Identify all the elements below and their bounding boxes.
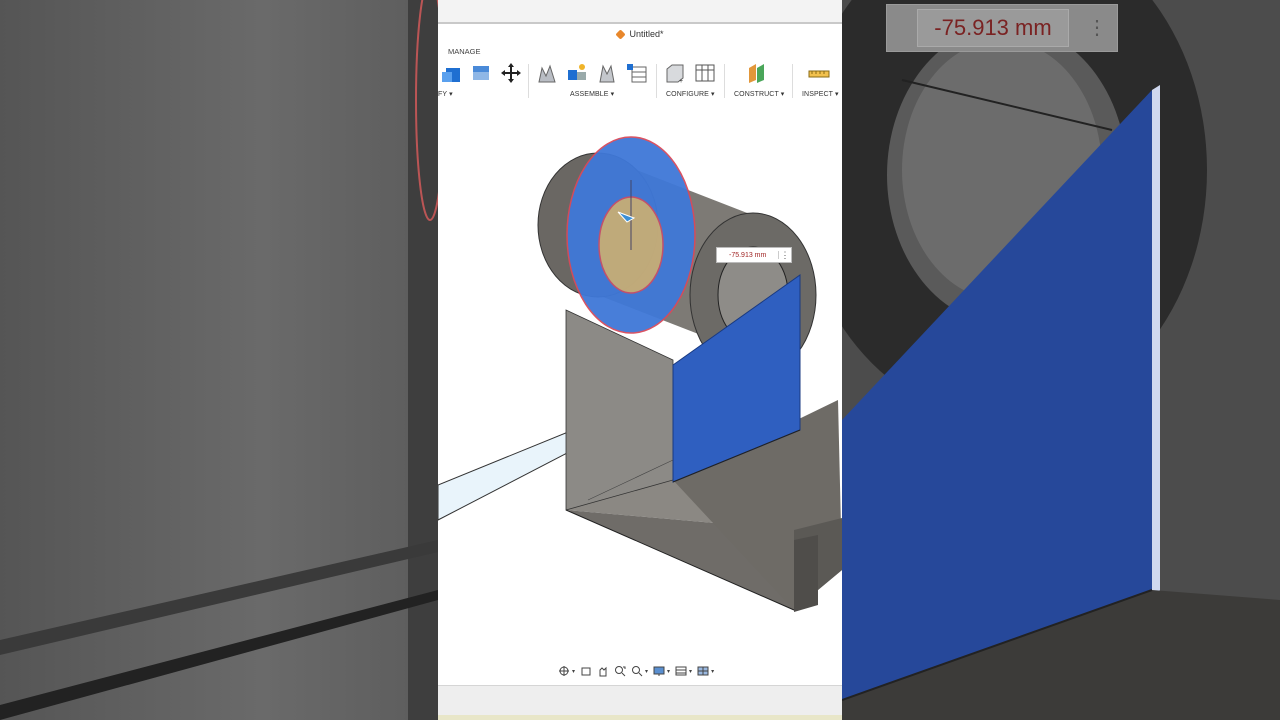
group-inspect-label[interactable]: INSPECT ▾: [802, 90, 839, 98]
group-configure-label[interactable]: CONFIGURE ▾: [666, 90, 715, 98]
offset-plane-icon[interactable]: [746, 62, 768, 84]
orbit-icon[interactable]: [558, 665, 570, 677]
display-settings-icon[interactable]: [653, 665, 665, 677]
divider: [724, 64, 725, 98]
divider: [656, 64, 657, 98]
group-assemble-label[interactable]: ASSEMBLE ▾: [570, 90, 614, 98]
document-title: Untitled*: [629, 29, 664, 39]
background-right-blur: -75.913 mm ⋮: [842, 0, 1280, 720]
joint-icon[interactable]: [566, 62, 588, 84]
move-copy-icon[interactable]: [500, 62, 522, 84]
divider: [528, 64, 529, 98]
top-strip: [438, 0, 842, 24]
group-modify-label[interactable]: FY ▾: [438, 90, 453, 98]
timeline-bar: [438, 685, 842, 716]
chevron-down-icon[interactable]: ▾: [572, 668, 575, 675]
measure-icon[interactable]: [808, 62, 830, 84]
navigation-bar: ▾ ▾ ▾ ▾ ▾: [558, 662, 722, 680]
dimension-options-icon[interactable]: ⋮: [778, 251, 791, 260]
background-left-blur: [0, 0, 438, 720]
dimension-input[interactable]: -75.913 mm ⋮: [716, 247, 792, 263]
pan-icon[interactable]: [597, 665, 609, 677]
blurred-model-right: [842, 0, 1280, 720]
viewports-icon[interactable]: [697, 665, 709, 677]
divider: [792, 64, 793, 98]
zoomed-dimension-input: -75.913 mm ⋮: [886, 4, 1118, 52]
grid-icon[interactable]: [675, 665, 687, 677]
more-options-icon: ⋮: [1087, 17, 1107, 39]
zoom-icon[interactable]: [631, 665, 643, 677]
model-3d-view[interactable]: [438, 100, 842, 685]
blurred-model-left: [0, 0, 438, 720]
bill-of-materials-icon[interactable]: [626, 62, 648, 84]
document-tab[interactable]: Untitled*: [438, 24, 842, 44]
configure-icon[interactable]: +: [664, 62, 686, 84]
chevron-down-icon[interactable]: ▾: [645, 668, 648, 675]
zoom-window-icon[interactable]: [614, 665, 626, 677]
new-component-icon[interactable]: [536, 62, 558, 84]
chevron-down-icon[interactable]: ▾: [711, 668, 714, 675]
dimension-value[interactable]: -75.913 mm: [729, 252, 766, 259]
ribbon-toolbar: MANAGE FY ▾ ASSEMBLE ▾ + CONFIGURE ▾ CON…: [438, 44, 842, 101]
offset-face-icon[interactable]: [470, 62, 492, 84]
status-strip: [438, 715, 842, 720]
fusion-app-window: Untitled* MANAGE FY ▾ ASSEMBLE ▾ + CONFI…: [438, 0, 842, 720]
as-built-joint-icon[interactable]: [596, 62, 618, 84]
group-construct-label[interactable]: CONSTRUCT ▾: [734, 90, 784, 98]
chevron-down-icon[interactable]: ▾: [689, 668, 692, 675]
chevron-down-icon[interactable]: ▾: [667, 668, 670, 675]
tab-manage[interactable]: MANAGE: [448, 47, 481, 56]
svg-text:+: +: [679, 78, 683, 84]
document-icon: [615, 28, 627, 40]
canvas-viewport[interactable]: -75.913 mm ⋮: [438, 100, 842, 685]
look-at-icon[interactable]: [580, 665, 592, 677]
zoomed-dimension-value: -75.913 mm: [917, 9, 1069, 47]
configuration-table-icon[interactable]: [694, 62, 716, 84]
combine-icon[interactable]: [440, 62, 462, 84]
